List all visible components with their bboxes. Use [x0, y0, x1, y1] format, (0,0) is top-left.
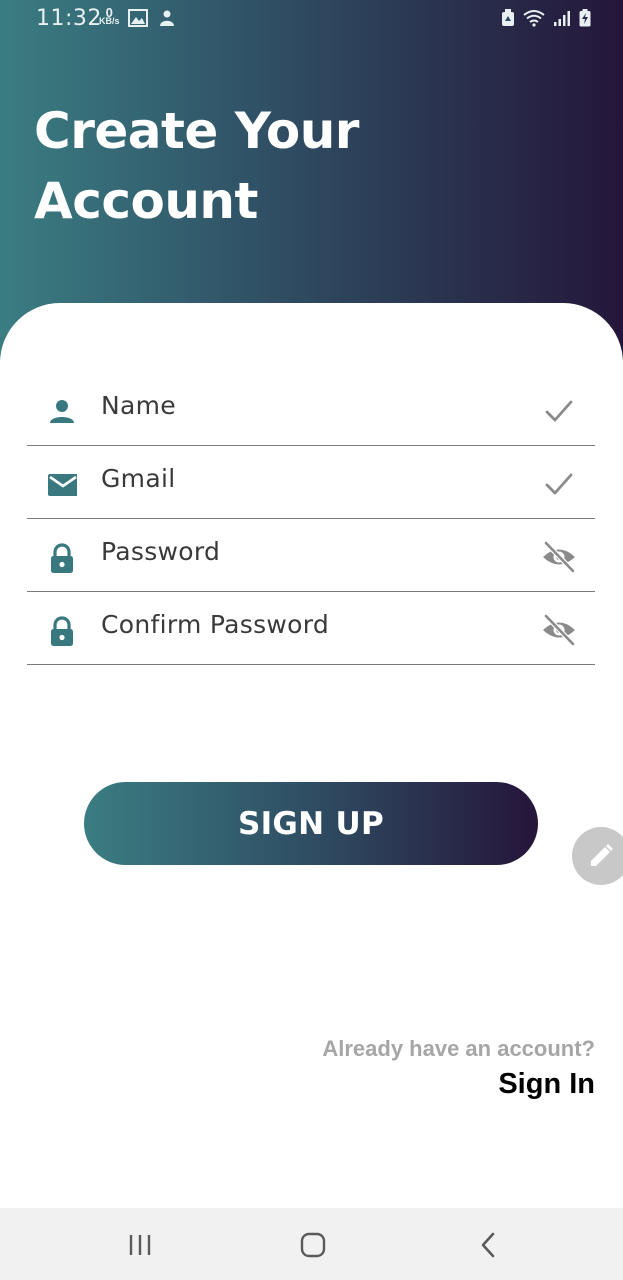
page-title-line1: Create Your: [34, 102, 359, 160]
password-field-label: Password: [101, 537, 221, 566]
network-speed: 0 KB/s: [99, 6, 120, 26]
gmail-field-label: Gmail: [101, 464, 176, 493]
password-field[interactable]: Password: [27, 519, 595, 592]
page-title-line2: Account: [34, 172, 258, 230]
already-have-account-text: Already have an account?: [322, 1036, 595, 1061]
signal-icon: [554, 11, 570, 26]
status-bar: 11:32 0 KB/s: [0, 0, 623, 40]
email-icon: [48, 474, 77, 496]
wifi-icon: [523, 10, 545, 27]
eye-off-icon[interactable]: [541, 539, 577, 575]
sign-in-link[interactable]: Sign In: [498, 1068, 595, 1101]
sign-up-button[interactable]: SIGN UP: [84, 782, 538, 865]
gallery-icon: [128, 9, 148, 27]
status-icons-left: [128, 9, 176, 27]
page-title: Create Your Account: [34, 96, 359, 236]
lock-icon: [51, 616, 73, 646]
pencil-icon: [591, 844, 613, 866]
eye-off-icon[interactable]: [541, 612, 577, 648]
lock-icon: [51, 543, 73, 573]
status-icons-right: [501, 9, 591, 27]
name-field-label: Name: [101, 391, 176, 420]
name-field[interactable]: Name: [27, 373, 595, 446]
person-icon: [50, 400, 74, 423]
recent-apps-icon[interactable]: [125, 1230, 155, 1260]
back-icon[interactable]: [474, 1230, 504, 1260]
confirm-password-field-label: Confirm Password: [101, 610, 330, 639]
status-time: 11:32: [36, 6, 102, 31]
data-saver-icon: [502, 9, 514, 26]
confirm-password-field[interactable]: Confirm Password: [27, 592, 595, 665]
network-speed-unit: KB/s: [99, 16, 120, 26]
battery-charging-icon: [579, 9, 591, 27]
home-icon[interactable]: [298, 1230, 328, 1260]
gmail-field[interactable]: Gmail: [27, 446, 595, 519]
check-icon: [545, 473, 573, 495]
edit-fab[interactable]: [572, 827, 623, 885]
check-icon: [545, 400, 573, 422]
app-notification-icon: [160, 10, 175, 26]
system-navigation-bar: [0, 1208, 623, 1280]
